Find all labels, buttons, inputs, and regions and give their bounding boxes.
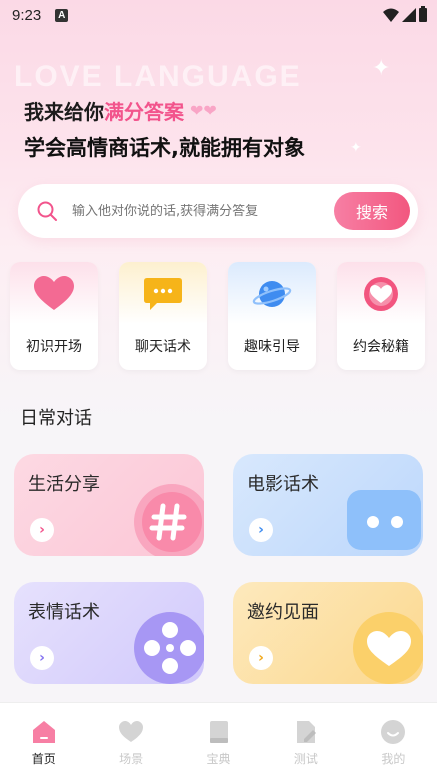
card-title: 邀约见面 <box>247 602 319 623</box>
hashtag-icon <box>134 484 204 556</box>
chat-dots-icon <box>347 490 421 550</box>
hero-headline: 我来给你 满分答案 ❤❤ <box>24 96 217 125</box>
tab-label: 宝典 <box>206 752 231 766</box>
category-label: 趣味引导 <box>244 339 300 355</box>
category-label: 聊天话术 <box>135 339 191 355</box>
search-icon <box>37 201 57 221</box>
hero-background-text: LOVE LANGUAGE <box>14 60 302 93</box>
hero-subheadline: 学会高情商话术,就能拥有对象 <box>24 136 305 160</box>
heart-icon <box>34 276 74 310</box>
heart-icon <box>119 721 144 742</box>
section-title: 日常对话 <box>20 408 92 429</box>
tab-label: 我的 <box>381 752 406 766</box>
headline-prefix: 我来给你 <box>24 100 104 124</box>
card-title: 电影话术 <box>247 474 319 495</box>
category-card-date-tips[interactable]: 约会秘籍 <box>337 262 425 370</box>
card-movie-talk[interactable]: 电影话术 › <box>233 454 423 556</box>
home-icon <box>32 721 55 743</box>
tab-test[interactable]: 测试 <box>262 703 349 778</box>
arrow-right-icon: › <box>30 646 54 670</box>
category-label: 约会秘籍 <box>353 339 409 355</box>
card-invite-meet[interactable]: 邀约见面 › <box>233 582 423 684</box>
category-card-first-meet[interactable]: 初识开场 <box>10 262 98 370</box>
search-button[interactable]: 搜索 <box>334 192 410 230</box>
arrow-right-icon: › <box>249 646 273 670</box>
heart-icon <box>353 612 423 684</box>
film-reel-icon <box>134 612 204 684</box>
category-card-fun-guide[interactable]: 趣味引导 <box>228 262 316 370</box>
battery-icon <box>419 6 427 22</box>
tab-label: 场景 <box>119 752 144 766</box>
signal-icon <box>402 8 416 22</box>
tab-scenes[interactable]: 场景 <box>87 703 174 778</box>
notification-badge: A <box>55 8 69 22</box>
search-bar[interactable]: 搜索 <box>18 184 418 238</box>
wifi-icon <box>383 8 399 22</box>
sparkle-icon: ✦ <box>372 56 391 81</box>
arrow-right-icon: › <box>249 518 273 542</box>
test-edit-icon <box>296 721 316 743</box>
arrow-right-icon: › <box>30 518 54 542</box>
tab-guide-book[interactable]: 宝典 <box>175 703 262 778</box>
card-emoji-talk[interactable]: 表情话术 › <box>14 582 204 684</box>
tab-label: 首页 <box>31 752 56 766</box>
status-time: 9:23 <box>12 6 42 24</box>
tab-label: 测试 <box>293 752 318 766</box>
tab-home[interactable]: 首页 <box>0 703 87 778</box>
card-title: 表情话术 <box>28 602 100 623</box>
heart-badge-icon <box>364 277 398 311</box>
card-title: 生活分享 <box>28 474 100 495</box>
chat-bubble-icon <box>144 278 182 310</box>
status-bar: 9:23 A <box>0 0 437 30</box>
tab-profile[interactable]: 我的 <box>350 703 437 778</box>
smiley-icon <box>381 720 406 744</box>
search-input[interactable] <box>72 203 317 219</box>
headline-highlight: 满分答案 <box>104 100 184 124</box>
book-icon <box>209 721 228 743</box>
category-label: 初识开场 <box>26 339 82 355</box>
planet-icon <box>252 281 292 307</box>
card-life-sharing[interactable]: 生活分享 › <box>14 454 204 556</box>
hearts-icon: ❤❤ <box>190 101 217 120</box>
category-card-chat[interactable]: 聊天话术 <box>119 262 207 370</box>
bottom-tab-bar: 首页 场景 宝典 测试 我的 <box>0 702 437 778</box>
sparkle-icon: ✦ <box>350 140 362 156</box>
status-icons <box>383 6 427 22</box>
